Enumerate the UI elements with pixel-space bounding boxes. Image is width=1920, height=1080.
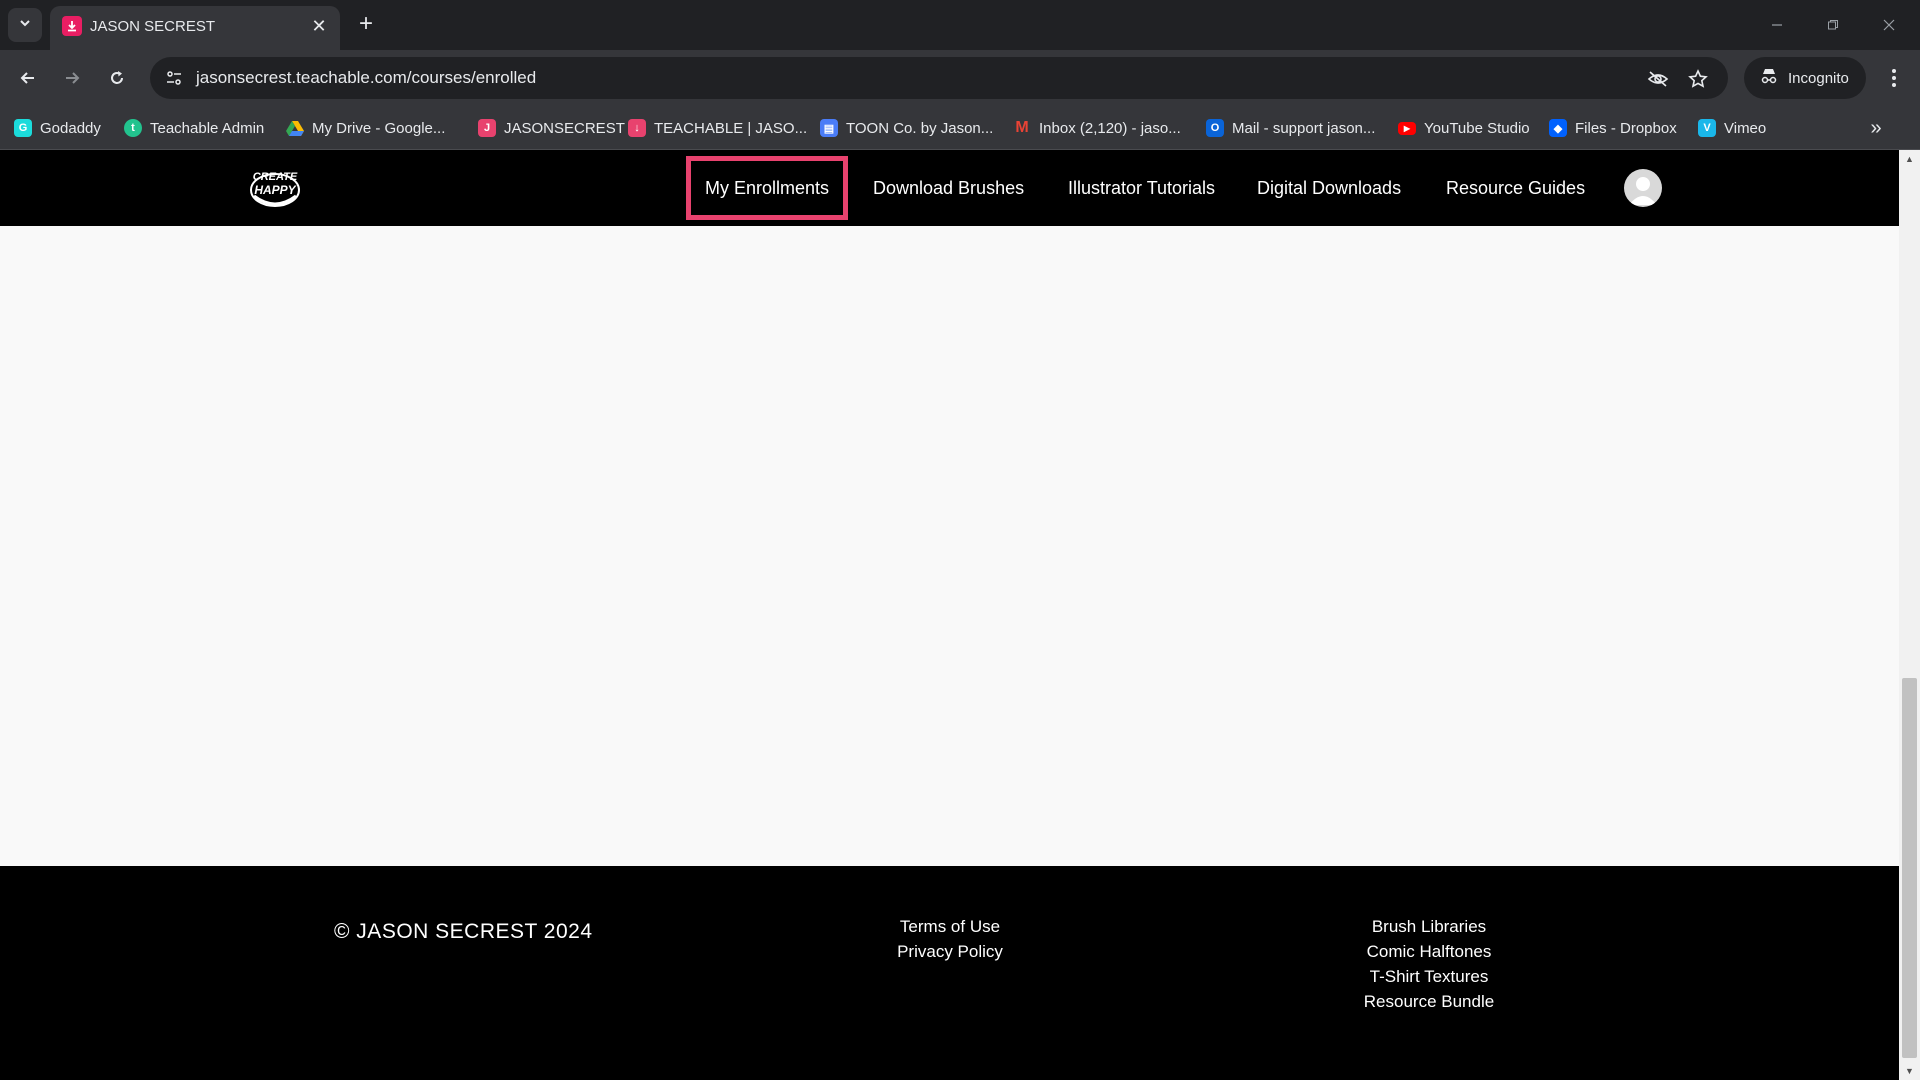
t-shirt-textures-link[interactable]: T-Shirt Textures	[1299, 964, 1559, 989]
forward-arrow-icon[interactable]	[56, 62, 88, 94]
scroll-down-arrow-icon[interactable]: ▼	[1899, 1062, 1920, 1080]
page-scrollbar[interactable]: ▲ ▼	[1899, 150, 1920, 1080]
bookmark-item[interactable]: O Mail - support jason...	[1206, 106, 1375, 150]
close-window-icon[interactable]	[1866, 10, 1912, 40]
browser-toolbar: jasonsecrest.teachable.com/courses/enrol…	[0, 50, 1920, 106]
teachable-icon: t	[124, 119, 142, 137]
tab-title: JASON SECREST	[90, 18, 216, 35]
nav-resource-guides[interactable]: Resource Guides	[1446, 150, 1585, 226]
bookmark-item[interactable]: V Vimeo	[1698, 106, 1766, 150]
legal-links: Terms of Use Privacy Policy	[820, 914, 1080, 964]
tab-search-button[interactable]	[8, 8, 42, 42]
nav-digital-downloads[interactable]: Digital Downloads	[1257, 150, 1401, 226]
new-tab-button[interactable]: +	[352, 10, 380, 38]
reload-icon[interactable]	[101, 62, 133, 94]
close-tab-icon[interactable]: ✕	[308, 15, 330, 37]
youtube-icon: ▶	[1398, 121, 1416, 135]
product-links: Brush Libraries Comic Halftones T-Shirt …	[1299, 914, 1559, 1014]
bookmark-item[interactable]: t Teachable Admin	[124, 106, 264, 150]
site-footer: © JASON SECREST 2024 Terms of Use Privac…	[0, 866, 1899, 1080]
privacy-policy-link[interactable]: Privacy Policy	[820, 939, 1080, 964]
shop-icon: ▤	[820, 119, 838, 137]
bookmark-item[interactable]: M Inbox (2,120) - jaso...	[1013, 106, 1180, 150]
site-header: CREATE HAPPY My Enrollments Download Bru…	[0, 150, 1899, 226]
gmail-icon: M	[1015, 119, 1029, 136]
bookmark-item[interactable]: ▶ YouTube Studio	[1398, 106, 1530, 150]
resource-bundle-link[interactable]: Resource Bundle	[1299, 989, 1559, 1014]
address-bar[interactable]: jasonsecrest.teachable.com/courses/enrol…	[150, 57, 1728, 99]
more-bookmarks-icon[interactable]: »	[1862, 114, 1890, 142]
minimize-icon[interactable]	[1754, 10, 1800, 40]
incognito-indicator[interactable]: Incognito	[1744, 57, 1866, 99]
bookmark-item[interactable]: ▤ TOON Co. by Jason...	[820, 106, 993, 150]
restore-icon[interactable]	[1810, 10, 1856, 40]
google-drive-icon	[286, 119, 304, 137]
copyright-text: © JASON SECREST 2024	[334, 920, 593, 943]
comic-halftones-link[interactable]: Comic Halftones	[1299, 939, 1559, 964]
terms-of-use-link[interactable]: Terms of Use	[820, 914, 1080, 939]
nav-download-brushes[interactable]: Download Brushes	[873, 150, 1024, 226]
scrollbar-thumb[interactable]	[1902, 678, 1917, 1058]
dropbox-icon: ◆	[1549, 119, 1567, 137]
incognito-label: Incognito	[1788, 69, 1849, 87]
vimeo-icon: V	[1698, 119, 1716, 137]
nav-illustrator-tutorials[interactable]: Illustrator Tutorials	[1068, 150, 1215, 226]
tab-strip: JASON SECREST ✕ +	[0, 0, 1920, 50]
brush-libraries-link[interactable]: Brush Libraries	[1299, 914, 1559, 939]
user-avatar[interactable]	[1624, 169, 1662, 207]
nav-my-enrollments[interactable]: My Enrollments	[686, 156, 849, 220]
svg-text:HAPPY: HAPPY	[254, 183, 296, 197]
bookmarks-bar: G Godaddy t Teachable Admin My Drive - G…	[0, 106, 1920, 150]
active-tab[interactable]: JASON SECREST ✕	[50, 6, 340, 50]
page-viewport: CREATE HAPPY My Enrollments Download Bru…	[0, 150, 1920, 1080]
url-text[interactable]: jasonsecrest.teachable.com/courses/enrol…	[196, 68, 536, 88]
incognito-icon	[1760, 68, 1778, 88]
outlook-icon: O	[1206, 119, 1224, 137]
jasonsecrest-icon: J	[478, 119, 496, 137]
back-arrow-icon[interactable]	[12, 62, 44, 94]
download-favicon-icon	[62, 16, 82, 36]
bookmark-item[interactable]: J JASONSECREST	[478, 106, 625, 150]
svg-text:CREATE: CREATE	[253, 171, 298, 183]
site-settings-icon[interactable]	[158, 62, 190, 94]
godaddy-icon: G	[14, 119, 32, 137]
create-happy-logo[interactable]: CREATE HAPPY	[246, 166, 304, 210]
bookmark-star-icon[interactable]	[1684, 65, 1712, 93]
bookmark-item[interactable]: ↓ TEACHABLE | JASO...	[628, 106, 807, 150]
bookmark-item[interactable]: ◆ Files - Dropbox	[1549, 106, 1677, 150]
bookmark-item[interactable]: G Godaddy	[14, 106, 101, 150]
bookmark-item[interactable]: My Drive - Google...	[286, 106, 445, 150]
enrolled-courses-area	[0, 226, 1899, 866]
teachable-download-icon: ↓	[628, 119, 646, 137]
chevron-down-icon	[18, 16, 32, 35]
eye-slash-icon[interactable]	[1644, 65, 1672, 93]
more-menu-icon[interactable]	[1878, 62, 1910, 94]
scroll-up-arrow-icon[interactable]: ▲	[1899, 150, 1920, 168]
